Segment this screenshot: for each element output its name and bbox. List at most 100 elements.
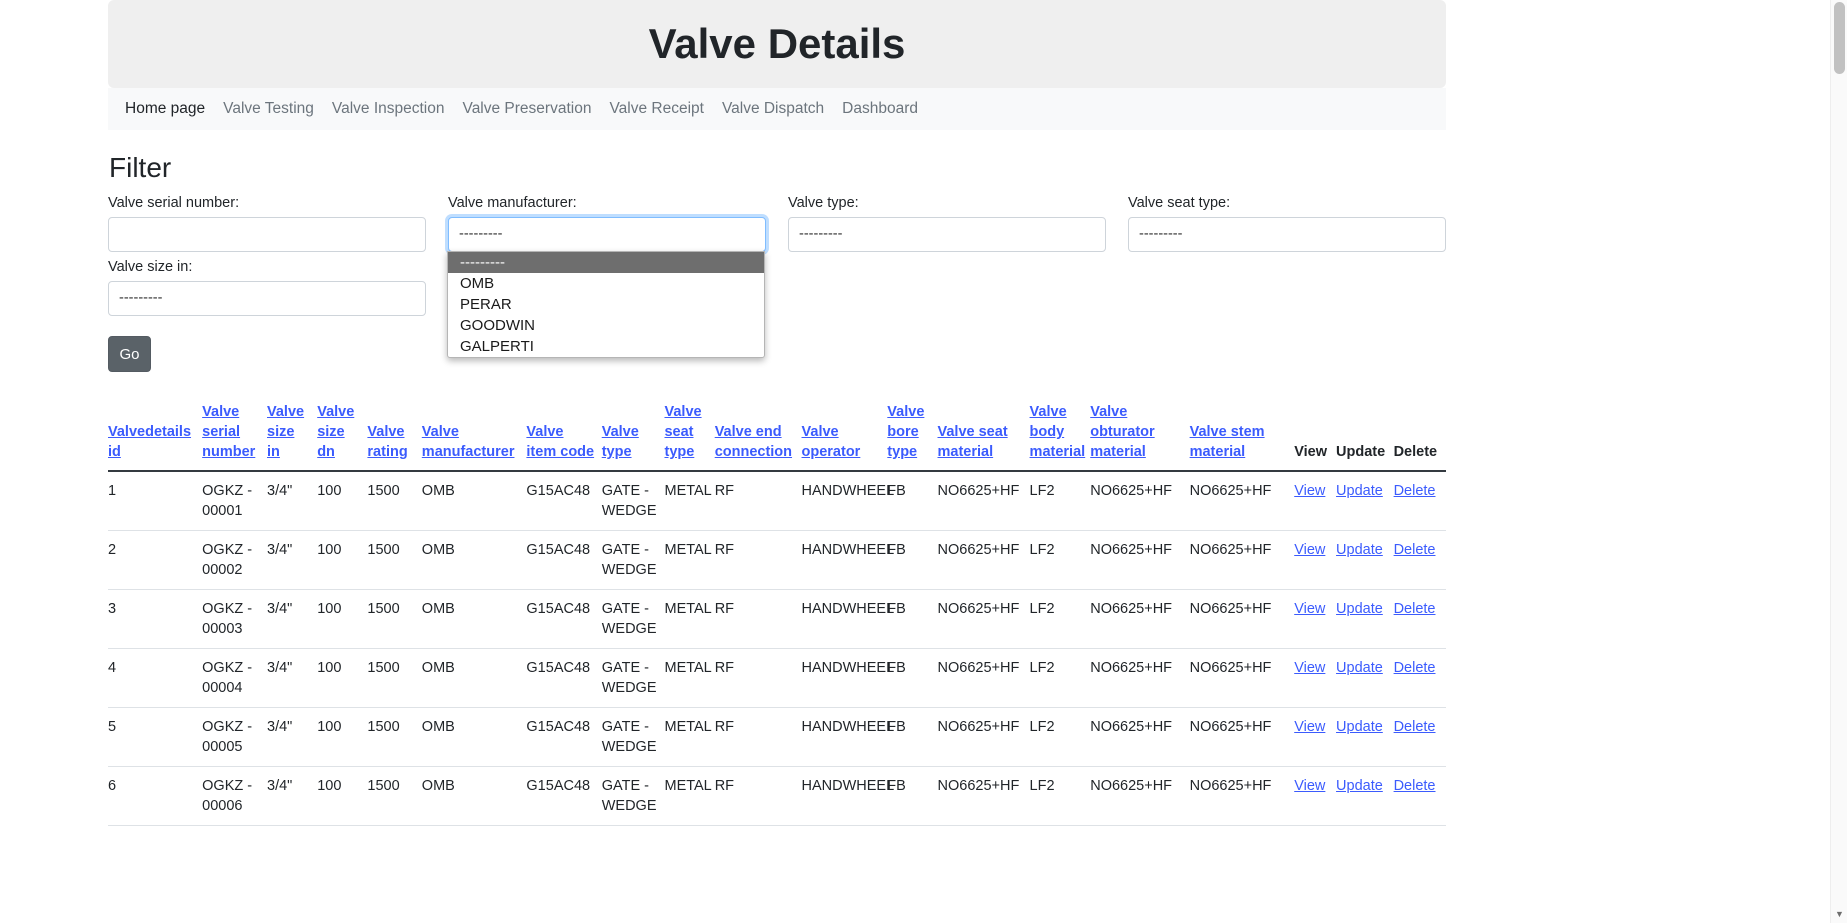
column-sort-link[interactable]: Valve size in (267, 404, 304, 460)
table-cell: OMB (421, 589, 527, 649)
column-sort-link[interactable]: Valve bore type (887, 404, 924, 460)
column-header-valve-type[interactable]: Valve type (601, 394, 665, 472)
update-cell: Update (1336, 707, 1394, 767)
delete-link[interactable]: Delete (1394, 542, 1436, 558)
table-cell: 100 (317, 471, 368, 531)
column-header-valve-end-connection[interactable]: Valve end connection (714, 394, 802, 472)
column-header-valve-obturator-material[interactable]: Valve obturator material (1090, 394, 1190, 472)
table-cell: GATE - WEDGE (601, 648, 665, 708)
dropdown-option[interactable]: GOODWIN (448, 315, 764, 336)
column-header-valve-size-dn[interactable]: Valve size dn (317, 394, 368, 472)
dropdown-option[interactable]: PERAR (448, 294, 764, 315)
column-header-valve-seat-type[interactable]: Valve seat type (664, 394, 715, 472)
column-sort-link[interactable]: Valve manufacturer (422, 424, 515, 460)
page-title: Valve Details (648, 20, 906, 67)
column-sort-link[interactable]: Valve body material (1030, 404, 1086, 460)
table-cell: 3/4" (267, 471, 318, 531)
valve-serial-number-input[interactable] (108, 217, 426, 252)
view-link[interactable]: View (1294, 601, 1325, 617)
table-cell: RF (714, 766, 802, 826)
table-cell: 3 (108, 589, 203, 649)
update-cell: Update (1336, 648, 1394, 708)
delete-link[interactable]: Delete (1394, 660, 1436, 676)
table-cell: METAL (664, 471, 715, 531)
scrollbar-thumb[interactable] (1834, 2, 1845, 74)
column-sort-link[interactable]: Valve stem material (1190, 424, 1265, 460)
nav-link-valve-receipt[interactable]: Valve Receipt (600, 100, 712, 118)
column-sort-link[interactable]: Valve size dn (317, 404, 354, 460)
dropdown-option[interactable]: --------- (448, 252, 764, 273)
nav-link-valve-preservation[interactable]: Valve Preservation (454, 100, 601, 118)
manufacturer-dropdown-popup[interactable]: --------- OMB PERAR GOODWIN GALPERTI (447, 251, 765, 358)
update-link[interactable]: Update (1336, 601, 1383, 617)
vertical-scrollbar[interactable]: ▲ ▼ (1830, 0, 1847, 923)
column-header-update: Update (1336, 394, 1394, 472)
main-navigation: Home page Valve Testing Valve Inspection Va… (108, 88, 1446, 130)
filter-label: Valve type: (788, 195, 859, 211)
nav-link-valve-dispatch[interactable]: Valve Dispatch (713, 100, 833, 118)
filter-select[interactable]: --------- (448, 217, 766, 252)
column-header-valve-body-material[interactable]: Valve body material (1029, 394, 1091, 472)
column-sort-link[interactable]: Valve rating (367, 424, 407, 460)
column-header-valve-rating[interactable]: Valve rating (367, 394, 422, 472)
column-sort-link[interactable]: Valve obturator material (1090, 404, 1154, 460)
valve-details-table: Valvedetails id Valve serial number Valve … (108, 394, 1446, 826)
delete-link[interactable]: Delete (1394, 719, 1436, 735)
table-cell: METAL (664, 648, 715, 708)
column-sort-link[interactable]: Valve type (602, 424, 639, 460)
dropdown-option[interactable]: OMB (448, 273, 764, 294)
column-sort-link[interactable]: Valve serial number (202, 404, 255, 460)
column-header-valve-operator[interactable]: Valve operator (801, 394, 888, 472)
delete-link[interactable]: Delete (1394, 601, 1436, 617)
column-sort-link[interactable]: Valve end connection (715, 424, 792, 460)
table-row: 6 OGKZ - 00006 3/4" 100 1500 OMB G15AC48 GATE -… (108, 766, 1446, 826)
table-cell: OMB (421, 707, 527, 767)
view-link[interactable]: View (1294, 660, 1325, 676)
column-header-valve-seat-material[interactable]: Valve seat material (937, 394, 1030, 472)
delete-link[interactable]: Delete (1394, 483, 1436, 499)
column-header-valve-size-in[interactable]: Valve size in (267, 394, 318, 472)
filter-select-value: --------- (799, 226, 843, 242)
nav-link-valve-testing[interactable]: Valve Testing (214, 100, 323, 118)
column-header-valve-serial-number[interactable]: Valve serial number (202, 394, 267, 472)
update-link[interactable]: Update (1336, 542, 1383, 558)
dropdown-option[interactable]: GALPERTI (448, 336, 764, 357)
table-cell: 5 (108, 707, 203, 767)
delete-link[interactable]: Delete (1394, 778, 1436, 794)
view-link[interactable]: View (1294, 483, 1325, 499)
table-cell: NO6625+HF (937, 530, 1030, 590)
view-link[interactable]: View (1294, 778, 1325, 794)
column-sort-link[interactable]: Valve item code (526, 424, 594, 460)
table-row: 3 OGKZ - 00003 3/4" 100 1500 OMB G15AC48 GATE -… (108, 589, 1446, 649)
column-header-valve-stem-material[interactable]: Valve stem material (1189, 394, 1295, 472)
column-header-valve-manufacturer[interactable]: Valve manufacturer (421, 394, 527, 472)
table-cell: G15AC48 (526, 471, 602, 531)
scroll-down-arrow-icon[interactable]: ▼ (1831, 906, 1847, 923)
nav-link-valve-inspection[interactable]: Valve Inspection (323, 100, 454, 118)
filter-select[interactable]: --------- (788, 217, 1106, 252)
column-header-valve-bore-type[interactable]: Valve bore type (887, 394, 938, 472)
table-cell: GATE - WEDGE (601, 589, 665, 649)
column-header-valve-item-code[interactable]: Valve item code (526, 394, 602, 472)
view-link[interactable]: View (1294, 719, 1325, 735)
nav-link-dashboard[interactable]: Dashboard (833, 100, 927, 118)
column-sort-link[interactable]: Valve seat material (938, 424, 1008, 460)
table-cell: NO6625+HF (1090, 530, 1190, 590)
column-header-valvedetails-id[interactable]: Valvedetails id (108, 394, 203, 472)
go-button[interactable]: Go (108, 336, 151, 372)
table-cell: OGKZ - 00006 (202, 766, 267, 826)
filter-field-valve-type: Valve type: --------- (788, 194, 1106, 252)
update-link[interactable]: Update (1336, 719, 1383, 735)
column-sort-link[interactable]: Valve operator (802, 424, 861, 460)
update-link[interactable]: Update (1336, 483, 1383, 499)
table-cell: OMB (421, 648, 527, 708)
column-sort-link[interactable]: Valve seat type (664, 404, 701, 460)
filter-select[interactable]: --------- (108, 281, 426, 316)
view-link[interactable]: View (1294, 542, 1325, 558)
update-link[interactable]: Update (1336, 660, 1383, 676)
nav-link-home-page[interactable]: Home page (116, 100, 214, 118)
update-link[interactable]: Update (1336, 778, 1383, 794)
column-sort-link[interactable]: Valvedetails id (108, 424, 191, 460)
table-cell: OGKZ - 00003 (202, 589, 267, 649)
filter-select[interactable]: --------- (1128, 217, 1446, 252)
